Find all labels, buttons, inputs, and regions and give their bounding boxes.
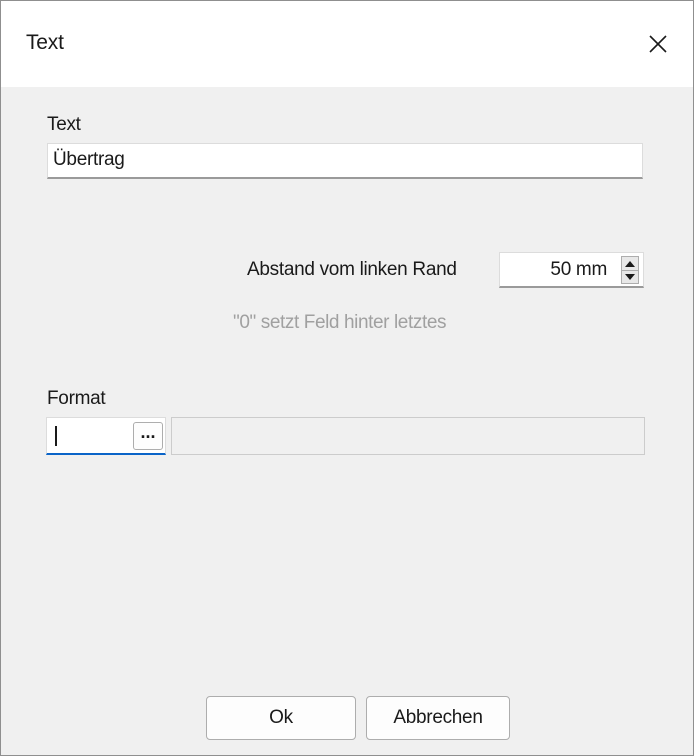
text-caret — [55, 426, 57, 446]
spin-up-button[interactable] — [622, 257, 638, 271]
ok-button[interactable]: Ok — [206, 696, 356, 740]
text-input[interactable]: Übertrag — [47, 143, 643, 179]
margin-value[interactable]: 50 mm — [550, 253, 607, 287]
format-display-field — [171, 417, 645, 455]
title-bar: Text — [1, 1, 693, 87]
format-label: Format — [47, 388, 106, 409]
text-dialog: Text Text Übertrag Abstand vom linken Ra… — [0, 0, 694, 756]
margin-label: Abstand vom linken Rand — [247, 259, 457, 280]
spin-buttons — [621, 256, 639, 284]
spin-down-button[interactable] — [622, 270, 638, 283]
format-browse-button[interactable]: ... — [133, 422, 163, 450]
text-label: Text — [47, 114, 81, 135]
margin-spinbox[interactable]: 50 mm — [499, 252, 644, 288]
triangle-up-icon — [625, 260, 635, 267]
close-button[interactable] — [623, 1, 693, 87]
close-icon — [649, 35, 667, 53]
format-input[interactable]: ... — [46, 417, 166, 455]
margin-hint: "0" setzt Feld hinter letztes — [233, 312, 447, 333]
triangle-down-icon — [625, 273, 635, 280]
cancel-button[interactable]: Abbrechen — [366, 696, 510, 740]
dialog-title: Text — [26, 31, 64, 54]
